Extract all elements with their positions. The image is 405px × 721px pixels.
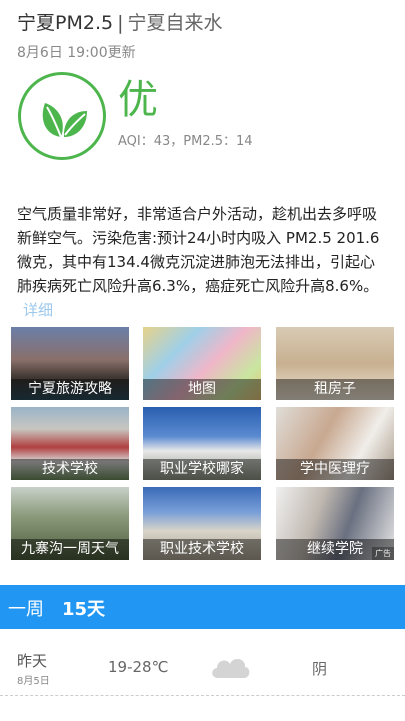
tile-label: 学中医理疗 bbox=[276, 459, 394, 480]
tile-label: 地图 bbox=[143, 379, 261, 400]
tab-week[interactable]: 一周 bbox=[8, 595, 44, 621]
tile-label: 宁夏旅游攻略 bbox=[11, 379, 129, 400]
forecast-temp: 19-28℃ bbox=[108, 658, 169, 676]
tile-rent[interactable]: 租房子 bbox=[276, 327, 394, 400]
forecast-date: 8月5日 bbox=[17, 676, 50, 687]
air-quality-description: 空气质量非常好，非常适合户外活动，趁机出去多呼吸新鲜空气。污染危害:预计24小时… bbox=[17, 202, 389, 322]
tile-jiuzhaigou-weather[interactable]: 九寨沟一周天气 bbox=[11, 487, 129, 560]
tile-label: 技术学校 bbox=[11, 459, 129, 480]
separator: | bbox=[117, 12, 124, 34]
leaf-icon bbox=[18, 72, 106, 160]
tile-map[interactable]: 地图 bbox=[143, 327, 261, 400]
description-text: 空气质量非常好，非常适合户外活动，趁机出去多呼吸新鲜空气。污染危害:预计24小时… bbox=[17, 205, 380, 295]
ad-badge[interactable]: 广告 bbox=[372, 547, 394, 560]
tile-continuing-college[interactable]: 继续学院 广告 bbox=[276, 487, 394, 560]
page-title: 宁夏PM2.5 | 宁夏自来水 bbox=[17, 8, 223, 35]
tile-label: 职业技术学校 bbox=[143, 539, 261, 560]
forecast-condition: 阴 bbox=[312, 660, 328, 678]
forecast-row: 昨天 8月5日 19-28℃ 阴 bbox=[0, 630, 405, 696]
forecast-tab-bar: 一周 15天 bbox=[0, 585, 405, 629]
aqi-level: 优 bbox=[118, 77, 158, 123]
tile-tcm-therapy[interactable]: 学中医理疗 bbox=[276, 407, 394, 480]
subtitle: 宁夏自来水 bbox=[127, 12, 223, 34]
tile-label: 职业学校哪家 bbox=[143, 459, 261, 480]
tile-label: 九寨沟一周天气 bbox=[11, 539, 129, 560]
cloud-icon bbox=[208, 652, 252, 684]
aqi-meta: AQI：43，PM2.5：14 bbox=[118, 134, 253, 149]
tile-ningxia-travel[interactable]: 宁夏旅游攻略 bbox=[11, 327, 129, 400]
tile-vocational-tech-school[interactable]: 职业技术学校 bbox=[143, 487, 261, 560]
title: 宁夏PM2.5 bbox=[17, 12, 114, 34]
tab-15days[interactable]: 15天 bbox=[62, 595, 105, 621]
tile-label: 租房子 bbox=[276, 379, 394, 400]
tile-tech-school[interactable]: 技术学校 bbox=[11, 407, 129, 480]
update-time: 8月6日 19:00更新 bbox=[17, 45, 136, 61]
tile-vocational-school[interactable]: 职业学校哪家 bbox=[143, 407, 261, 480]
forecast-day: 昨天 bbox=[17, 652, 48, 670]
more-link[interactable]: 详细 bbox=[23, 301, 53, 319]
